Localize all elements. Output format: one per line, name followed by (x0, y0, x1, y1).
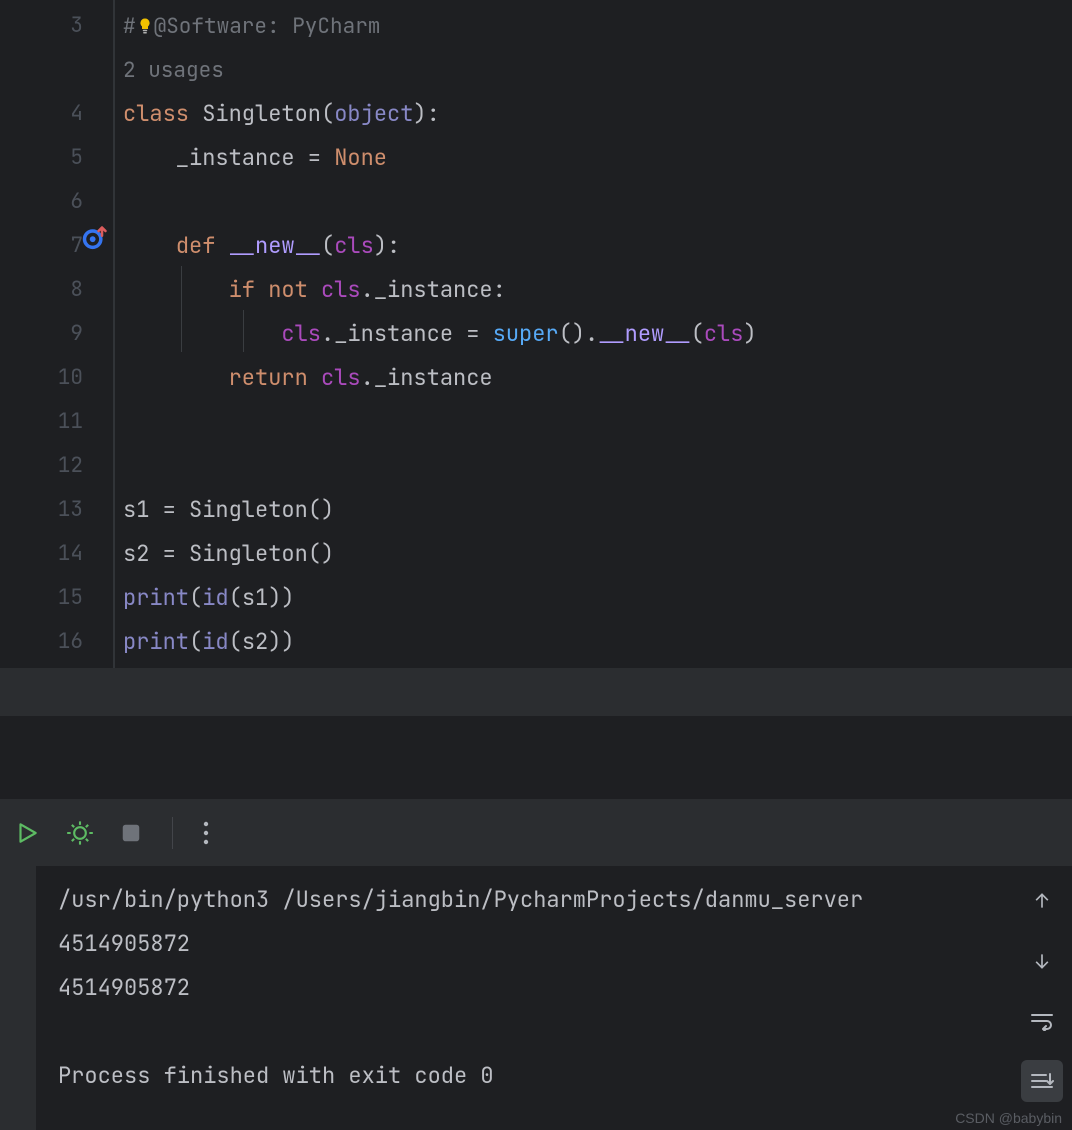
line-number: 14 (58, 532, 83, 576)
code-line[interactable]: print(id(s2)) (123, 620, 1072, 664)
code-editor[interactable]: 3 45678910111213141516 #@Software: PyChar… (0, 0, 1072, 668)
gutter-line: 13 (0, 488, 113, 532)
gutter-line: 7 (0, 224, 113, 268)
line-number: 8 (70, 268, 83, 312)
line-number: 6 (70, 180, 83, 224)
line-number: 4 (70, 92, 83, 136)
code-line[interactable] (123, 400, 1072, 444)
line-number: 13 (58, 488, 83, 532)
code-line[interactable]: 2 usages (123, 48, 1072, 92)
console-cmd: /usr/bin/python3 /Users/jiangbin/Pycharm… (58, 885, 863, 914)
gutter-line: 9 (0, 312, 113, 356)
stop-icon[interactable] (120, 822, 142, 844)
scroll-up-icon[interactable] (1021, 880, 1063, 922)
gutter-line: 6 (0, 180, 113, 224)
gutter-line: 5 (0, 136, 113, 180)
gutter: 3 45678910111213141516 (0, 0, 115, 668)
gutter-line: 12 (0, 444, 113, 488)
gutter-line: 4 (0, 92, 113, 136)
line-number: 11 (58, 400, 83, 444)
gutter-line: 11 (0, 400, 113, 444)
console-side-toolbar (1012, 866, 1072, 1130)
scroll-to-end-icon[interactable] (1021, 1060, 1063, 1102)
run-icon[interactable] (14, 820, 40, 846)
gutter-line: 10 (0, 356, 113, 400)
gutter-line: 16 (0, 620, 113, 664)
gutter-line: 8 (0, 268, 113, 312)
run-console: /usr/bin/python3 /Users/jiangbin/Pycharm… (0, 866, 1072, 1130)
debug-icon[interactable] (66, 819, 94, 847)
gutter-line: 3 (0, 4, 113, 48)
code-area[interactable]: #@Software: PyCharm2 usagesclass Singlet… (115, 0, 1072, 668)
code-line[interactable]: if not cls._instance: (123, 268, 1072, 312)
code-line[interactable]: s2 = Singleton() (123, 532, 1072, 576)
watermark: CSDN @babybin (955, 1110, 1062, 1126)
code-line[interactable] (123, 444, 1072, 488)
line-number: 10 (58, 356, 83, 400)
console-gutter (0, 866, 36, 1130)
gutter-line (0, 48, 113, 92)
console-line: 4514905872 (58, 929, 190, 958)
console-output[interactable]: /usr/bin/python3 /Users/jiangbin/Pycharm… (36, 866, 1012, 1130)
editor-strip2 (0, 716, 1072, 798)
scroll-down-icon[interactable] (1021, 940, 1063, 982)
console-line: 4514905872 (58, 973, 190, 1002)
more-icon[interactable] (203, 820, 209, 846)
line-number: 5 (70, 136, 83, 180)
console-status: Process finished with exit code 0 (58, 1061, 494, 1090)
run-toolbar (0, 798, 1072, 866)
line-number: 3 (70, 4, 83, 48)
editor-strip (0, 668, 1072, 716)
code-line[interactable]: cls._instance = super().__new__(cls) (123, 312, 1072, 356)
code-line[interactable]: return cls._instance (123, 356, 1072, 400)
code-line[interactable]: print(id(s1)) (123, 576, 1072, 620)
line-number: 12 (58, 444, 83, 488)
code-line[interactable] (123, 180, 1072, 224)
line-number: 9 (70, 312, 83, 356)
gutter-line: 15 (0, 576, 113, 620)
code-line[interactable]: _instance = None (123, 136, 1072, 180)
code-line[interactable]: s1 = Singleton() (123, 488, 1072, 532)
code-line[interactable]: #@Software: PyCharm (123, 4, 1072, 48)
code-line[interactable]: class Singleton(object): (123, 92, 1072, 136)
soft-wrap-icon[interactable] (1021, 1000, 1063, 1042)
code-line[interactable]: def __new__(cls): (123, 224, 1072, 268)
line-number: 15 (58, 576, 83, 620)
toolbar-separator (172, 817, 173, 849)
line-number: 16 (58, 620, 83, 664)
gutter-line: 14 (0, 532, 113, 576)
override-marker-icon[interactable] (81, 224, 109, 268)
